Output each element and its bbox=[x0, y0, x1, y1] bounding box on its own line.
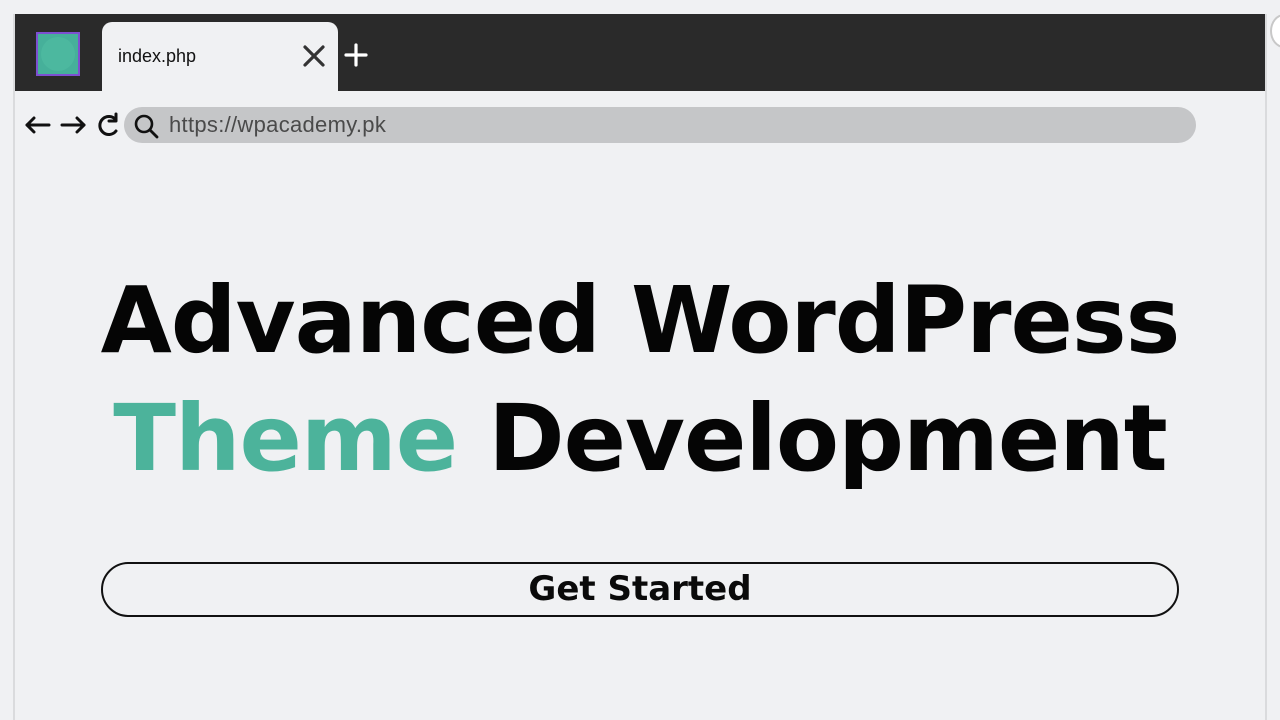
address-bar[interactable]: https://wpacademy.pk bbox=[124, 107, 1196, 143]
hero-accent-word: Theme bbox=[113, 385, 458, 492]
hero-line-2-rest: Development bbox=[488, 385, 1167, 492]
site-logo-icon bbox=[36, 32, 80, 76]
arrow-left-icon[interactable] bbox=[23, 110, 53, 140]
close-icon[interactable] bbox=[300, 42, 328, 70]
reload-icon[interactable] bbox=[93, 110, 123, 140]
search-icon bbox=[134, 114, 159, 139]
arrow-right-icon[interactable] bbox=[58, 110, 88, 140]
window-corner-handle bbox=[1270, 14, 1280, 48]
url-text: https://wpacademy.pk bbox=[169, 112, 387, 137]
hero-title: Advanced WordPress Theme Development bbox=[0, 262, 1280, 498]
hero-line-2: Theme Development bbox=[0, 380, 1280, 498]
site-logo-circle bbox=[41, 37, 75, 71]
get-started-button[interactable]: Get Started bbox=[101, 562, 1179, 617]
hero-line-1: Advanced WordPress bbox=[100, 267, 1181, 374]
tab-title: index.php bbox=[118, 46, 197, 66]
plus-icon[interactable] bbox=[341, 40, 371, 70]
browser-tab-index[interactable]: index.php bbox=[102, 22, 338, 91]
page-frame: index.php https://wpacademy.pk Advanced … bbox=[0, 0, 1280, 720]
